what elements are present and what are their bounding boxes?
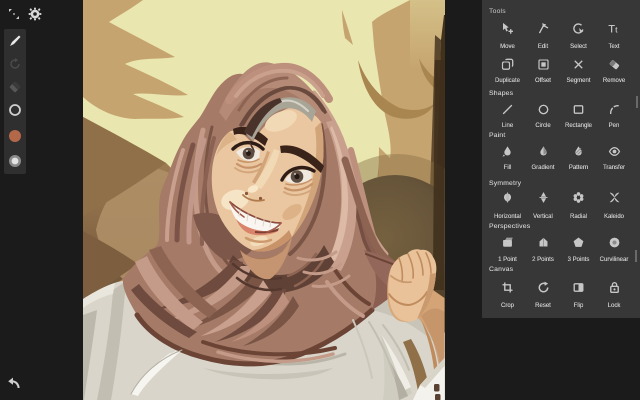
svg-text:T: T bbox=[608, 23, 615, 35]
svg-text:t: t bbox=[615, 25, 618, 34]
